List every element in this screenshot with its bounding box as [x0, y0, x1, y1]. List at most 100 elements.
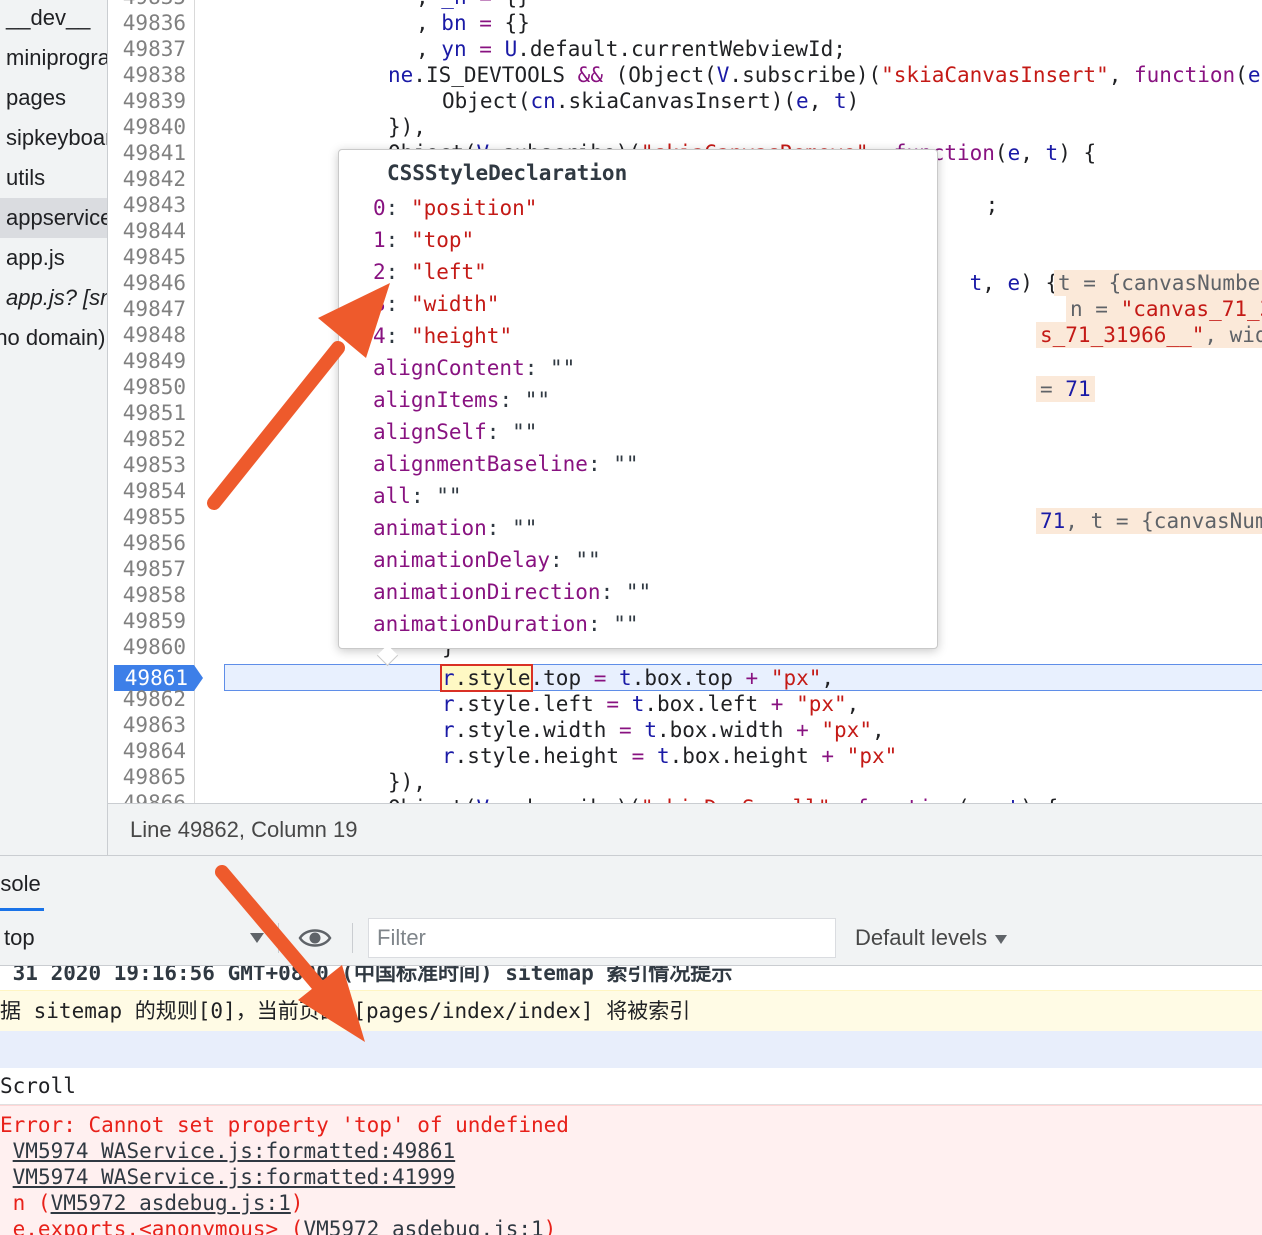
line-number[interactable]: 49849: [108, 348, 186, 374]
property-key: 3: [373, 292, 386, 316]
context-selector[interactable]: top: [4, 911, 264, 965]
stack-frame-link[interactable]: VM5972 asdebug.js:1: [51, 1191, 291, 1215]
line-number[interactable]: 49840: [108, 114, 186, 140]
execution-pointer-icon: [194, 665, 203, 691]
line-number[interactable]: 49857: [108, 556, 186, 582]
line-number[interactable]: 49845: [108, 244, 186, 270]
line-number[interactable]: 49852: [108, 426, 186, 452]
popover-property[interactable]: animationDirection: "": [373, 576, 651, 608]
tab-console[interactable]: Console: [0, 856, 61, 911]
popover-property[interactable]: 0: "position": [373, 192, 537, 224]
file-tree-item[interactable]: app.js? [sm]: [0, 278, 107, 318]
stack-frame-link[interactable]: VM5974 WAService.js:formatted:49861: [13, 1139, 456, 1163]
file-tree-item[interactable]: pages: [0, 78, 107, 118]
popover-property[interactable]: alignSelf: "": [373, 416, 537, 448]
property-colon: :: [385, 228, 411, 252]
stack-frame-link[interactable]: VM5972 asdebug.js:1: [303, 1217, 543, 1235]
line-number[interactable]: 49848: [108, 322, 186, 348]
code-line[interactable]: ne.IS_DEVTOOLS && (Object(V.subscribe)("…: [388, 62, 1262, 88]
file-tree-sidebar: __dev__miniprogrampagessipkeyboardutilsa…: [0, 0, 108, 855]
line-number[interactable]: 49863: [108, 712, 186, 738]
line-number[interactable]: 49858: [108, 582, 186, 608]
line-number[interactable]: 49859: [108, 608, 186, 634]
property-colon: :: [486, 516, 513, 540]
code-line[interactable]: , _n = {}: [416, 0, 530, 10]
line-number[interactable]: 49835: [108, 0, 186, 10]
line-number[interactable]: 49841: [108, 140, 186, 166]
property-value: "width": [410, 292, 500, 316]
line-number[interactable]: 49864: [108, 738, 186, 764]
line-number[interactable]: 49836: [108, 10, 186, 36]
line-number[interactable]: 49853: [108, 452, 186, 478]
toolbar-divider: [352, 923, 353, 953]
log-levels-dropdown[interactable]: Default levels: [855, 911, 1008, 965]
code-line-current[interactable]: r.style.top = t.box.top + "px",: [440, 664, 834, 692]
line-number[interactable]: 49850: [108, 374, 186, 400]
line-number[interactable]: 49856: [108, 530, 186, 556]
log-levels-label: Default levels: [855, 925, 988, 950]
property-colon: :: [587, 452, 614, 476]
file-tree-item[interactable]: sipkeyboard: [0, 118, 107, 158]
popover-property[interactable]: 1: "top": [373, 224, 474, 256]
line-number[interactable]: 49839: [108, 88, 186, 114]
file-tree-item[interactable]: appservice: [0, 198, 107, 238]
popover-property[interactable]: alignmentBaseline: "": [373, 448, 639, 480]
filter-input[interactable]: [368, 918, 836, 958]
code-line[interactable]: , bn = {}: [416, 10, 530, 36]
code-line[interactable]: r.style.left = t.box.left + "px",: [442, 691, 859, 717]
file-tree-item[interactable]: __dev__: [0, 0, 107, 38]
line-number[interactable]: 49844: [108, 218, 186, 244]
popover-property[interactable]: 3: "width": [373, 288, 499, 320]
tab-console-label: Console: [0, 871, 41, 896]
object-preview-popover[interactable]: CSSStyleDeclaration 0: "position" 1: "top…: [338, 149, 938, 649]
file-tree-item[interactable]: miniprogram: [0, 38, 107, 78]
inline-value-text: , t = {canvasNumber:: [1065, 509, 1262, 533]
code-line[interactable]: , yn = U.default.currentWebviewId;: [416, 36, 846, 62]
line-number[interactable]: 49862: [108, 686, 186, 712]
code-line[interactable]: }),: [388, 114, 426, 140]
line-number[interactable]: 49860: [108, 634, 186, 660]
line-number[interactable]: 49843: [108, 192, 186, 218]
dropdown-caret-icon: [250, 933, 264, 943]
stack-frame-link[interactable]: VM5974 WAService.js:formatted:41999: [13, 1165, 456, 1189]
property-key: 2: [373, 260, 386, 284]
context-selector-value: top: [4, 925, 35, 950]
console-message: 31 2020 19:16:56 GMT+0800 (中国标准时间) sitem…: [0, 966, 733, 985]
popover-property[interactable]: all: "": [373, 480, 462, 512]
popover-property[interactable]: alignItems: "": [373, 384, 550, 416]
line-number[interactable]: 49866: [108, 790, 186, 803]
property-value: "left": [410, 260, 487, 284]
file-tree-item[interactable]: (no domain): [0, 318, 107, 358]
code-line[interactable]: r.style.height = t.box.height + "px": [442, 743, 897, 769]
eye-icon[interactable]: [298, 925, 332, 951]
inline-value-number: 71: [1040, 509, 1066, 533]
console-message: [0, 1031, 1262, 1068]
line-number[interactable]: 49846: [108, 270, 186, 296]
popover-property[interactable]: 2: "left": [373, 256, 487, 288]
stack-frame-text: ): [290, 1191, 304, 1215]
code-line[interactable]: Object(cn.skiaCanvasInsert)(e, t): [442, 88, 859, 114]
popover-property[interactable]: animation: "": [373, 512, 537, 544]
popover-property[interactable]: animationDuration: "": [373, 608, 639, 640]
dropdown-caret-icon: [995, 934, 1008, 944]
property-value: "": [550, 356, 576, 380]
line-number[interactable]: 49837: [108, 36, 186, 62]
popover-property[interactable]: animationDelay: "": [373, 544, 601, 576]
code-line[interactable]: Object(V.subscribe)("skiaDomScroll", fun…: [388, 795, 1058, 803]
popover-property[interactable]: alignContent: "": [373, 352, 575, 384]
file-tree-item[interactable]: app.js: [0, 238, 107, 278]
line-number[interactable]: 49847: [108, 296, 186, 322]
property-key: 0: [373, 196, 386, 220]
line-number[interactable]: 49865: [108, 764, 186, 790]
code-line[interactable]: r.style.width = t.box.width + "px",: [442, 717, 885, 743]
line-number[interactable]: 49842: [108, 166, 186, 192]
line-number[interactable]: 49851: [108, 400, 186, 426]
popover-property[interactable]: 4: "height": [373, 320, 512, 352]
line-number[interactable]: 49854: [108, 478, 186, 504]
stack-frame: e.exports.<anonymous> (VM5972 asdebug.js…: [0, 1216, 557, 1235]
line-number[interactable]: 49855: [108, 504, 186, 530]
line-number[interactable]: 49838: [108, 62, 186, 88]
code-line[interactable]: }),: [388, 769, 426, 795]
file-tree-item[interactable]: utils: [0, 158, 107, 198]
inline-value-number: 71: [1065, 377, 1091, 401]
